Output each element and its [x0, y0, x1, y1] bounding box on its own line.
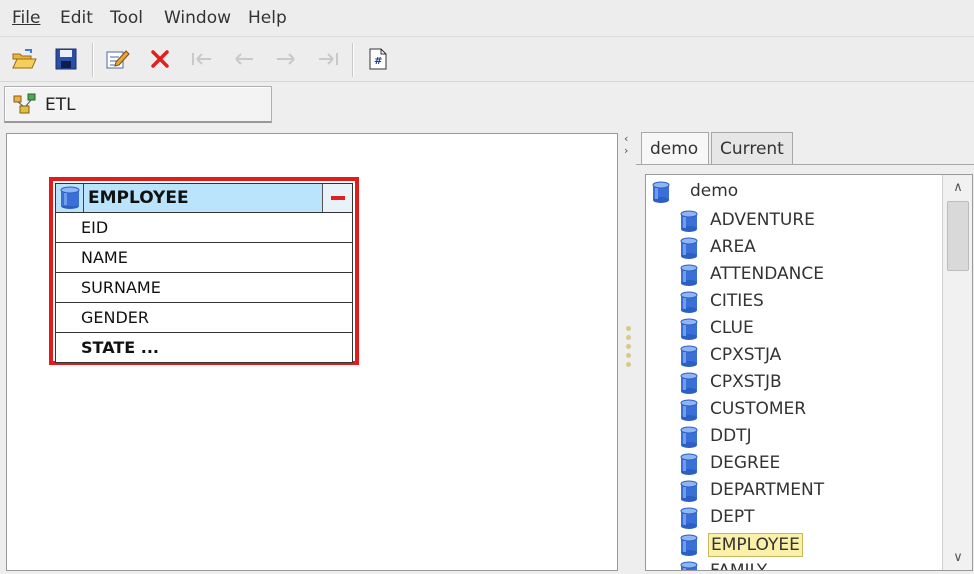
field-label: GENDER	[81, 308, 150, 327]
tree-item-label: ADVENTURE	[710, 210, 815, 230]
menu-tool-label: Tool	[110, 8, 144, 28]
database-icon	[652, 181, 670, 203]
menu-window[interactable]: Window	[164, 8, 231, 28]
toolbar: #	[0, 36, 974, 82]
last-icon[interactable]	[314, 45, 342, 73]
table-tree[interactable]: demo ADVENTURE AREA ATTENDANCE CITIES CLUE CP…	[645, 174, 973, 571]
database-table-icon	[680, 345, 698, 367]
script-icon[interactable]: #	[364, 45, 392, 73]
tree-item-label: FAMILY	[710, 561, 768, 571]
field-row[interactable]: STATE ...	[55, 333, 353, 363]
etl-tab[interactable]: ETL	[4, 86, 272, 123]
database-table-icon	[680, 453, 698, 475]
database-table-icon	[680, 534, 698, 556]
scroll-up-icon[interactable]: ∧	[943, 175, 973, 199]
tree-item-label: CITIES	[710, 291, 764, 311]
scroll-down-icon[interactable]: ∨	[943, 545, 973, 569]
tab-current-label: Current	[720, 139, 784, 159]
first-icon[interactable]	[188, 45, 216, 73]
menu-tool[interactable]: Tool	[110, 8, 143, 28]
tree-item-label: ATTENDANCE	[710, 264, 824, 284]
tab-demo-label: demo	[650, 139, 699, 159]
delete-icon[interactable]	[146, 45, 174, 73]
etl-tab-label: ETL	[45, 95, 76, 115]
collapse-button[interactable]	[322, 184, 352, 212]
database-table-icon	[680, 210, 698, 232]
previous-icon[interactable]	[230, 45, 258, 73]
toolbar-separator	[352, 43, 354, 77]
database-table-icon	[680, 507, 698, 529]
splitter-arrows[interactable]: ‹ ›	[624, 133, 636, 163]
database-table-icon	[680, 318, 698, 340]
toolbar-separator	[92, 43, 94, 77]
field-row[interactable]: SURNAME	[55, 273, 353, 303]
tab-current[interactable]: Current	[711, 132, 793, 165]
tree-item-label: EMPLOYEE	[708, 533, 803, 557]
employee-table-node[interactable]: EMPLOYEE EID NAME SURNAME GENDER STATE .…	[49, 177, 359, 365]
menu-file[interactable]: File	[12, 8, 40, 28]
database-table-icon	[680, 264, 698, 286]
database-table-icon	[680, 426, 698, 448]
database-table-icon	[680, 480, 698, 502]
tree-item-label: CUSTOMER	[710, 399, 807, 419]
menu-edit[interactable]: Edit	[60, 8, 93, 28]
table-node-header[interactable]: EMPLOYEE	[55, 183, 353, 213]
tree-item-label: CLUE	[710, 318, 754, 338]
tree-root-label: demo	[690, 181, 739, 201]
svg-text:#: #	[374, 56, 382, 67]
database-table-icon	[680, 399, 698, 421]
menu-help-label: Help	[248, 8, 287, 28]
open-folder-icon[interactable]	[10, 45, 38, 73]
tab-strip-border	[636, 164, 974, 165]
menu-file-label: File	[12, 8, 41, 28]
tree-item-label: CPXSTJB	[710, 372, 782, 392]
field-row[interactable]: NAME	[55, 243, 353, 273]
field-label: SURNAME	[81, 278, 161, 297]
tree-item-label: DEPT	[710, 507, 755, 527]
field-row[interactable]: EID	[55, 213, 353, 243]
save-icon[interactable]	[52, 45, 80, 73]
next-icon[interactable]	[272, 45, 300, 73]
header-divider	[83, 184, 84, 212]
menu-edit-label: Edit	[60, 8, 93, 28]
field-label: EID	[81, 218, 109, 237]
database-table-icon	[680, 372, 698, 394]
database-table-icon	[60, 186, 80, 215]
database-table-icon	[680, 561, 698, 570]
field-label: NAME	[81, 248, 128, 267]
database-table-icon	[680, 237, 698, 259]
scrollbar-thumb[interactable]	[947, 201, 969, 271]
table-node-title: EMPLOYEE	[88, 188, 189, 208]
tree-item-label: DEGREE	[710, 453, 781, 473]
tree-item-label: DEPARTMENT	[710, 480, 825, 500]
tree-item-label: AREA	[710, 237, 756, 257]
etl-icon	[13, 93, 37, 120]
menu-window-label: Window	[164, 8, 232, 28]
edit-icon[interactable]	[104, 45, 132, 73]
field-row[interactable]: GENDER	[55, 303, 353, 333]
tab-demo[interactable]: demo	[641, 132, 709, 165]
menu-bar: File Edit Tool Window Help	[0, 0, 974, 36]
minus-icon	[330, 196, 345, 200]
vertical-scrollbar[interactable]: ∧ ∨	[942, 175, 972, 570]
tree-item-label: CPXSTJA	[710, 345, 782, 365]
splitter-handle[interactable]	[626, 326, 632, 376]
database-table-icon	[680, 291, 698, 313]
menu-help[interactable]: Help	[248, 8, 287, 28]
chevron-right-icon[interactable]: ›	[624, 145, 636, 157]
field-label: STATE ...	[81, 338, 159, 357]
tree-item-label: DDTJ	[710, 426, 752, 446]
